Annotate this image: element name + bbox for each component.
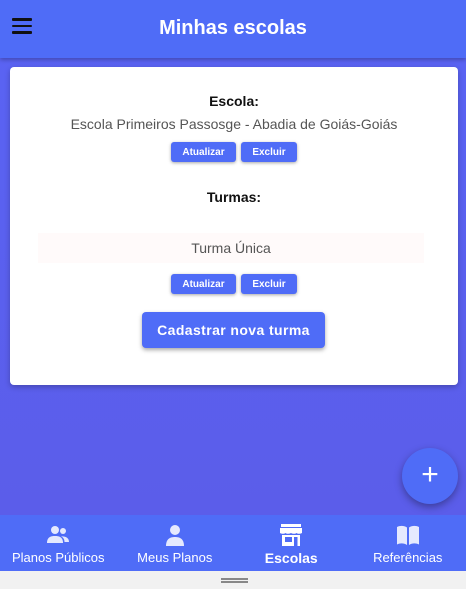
people-icon: [47, 526, 70, 543]
nav-item-referencias[interactable]: Referências: [350, 515, 466, 571]
update-school-button[interactable]: Atualizar: [171, 142, 236, 162]
add-class-button[interactable]: Cadastrar nova turma: [142, 312, 325, 348]
nav-item-meus-planos[interactable]: Meus Planos: [117, 515, 234, 571]
app-screen: Minhas escolas Escola: Escola Primeiros …: [0, 0, 466, 589]
page-title: Minhas escolas: [159, 17, 307, 39]
school-card: Escola: Escola Primeiros Passosge - Abad…: [10, 67, 458, 385]
plus-icon: +: [421, 458, 439, 491]
store-icon: [280, 524, 303, 546]
nav-label: Meus Planos: [137, 550, 213, 565]
classes-label: Turmas:: [206, 189, 262, 205]
person-icon: [165, 525, 184, 546]
nav-label: Planos Públicos: [12, 550, 105, 565]
update-class-button[interactable]: Atualizar: [171, 274, 236, 294]
drag-handle-icon[interactable]: [221, 578, 248, 583]
school-actions: Atualizar Excluir: [10, 142, 458, 162]
nav-label: Referências: [373, 550, 443, 565]
class-actions: Atualizar Excluir: [10, 274, 458, 294]
delete-school-button[interactable]: Excluir: [241, 142, 297, 162]
system-gesture-bar: [0, 571, 466, 589]
nav-item-planos-publicos[interactable]: Planos Públicos: [0, 515, 117, 571]
add-school-fab[interactable]: +: [402, 448, 458, 504]
list-item: Turma Única: [38, 233, 424, 263]
bottom-navigation: Planos Públicos Meus Planos Escolas Refe…: [0, 515, 466, 571]
school-name: Escola Primeiros Passosge - Abadia de Go…: [70, 116, 398, 132]
book-icon: [396, 525, 419, 545]
top-app-bar: Minhas escolas: [0, 0, 466, 58]
school-label: Escola:: [209, 93, 259, 109]
delete-class-button[interactable]: Excluir: [241, 274, 297, 294]
nav-label: Escolas: [264, 550, 318, 566]
nav-item-escolas[interactable]: Escolas: [233, 515, 350, 571]
